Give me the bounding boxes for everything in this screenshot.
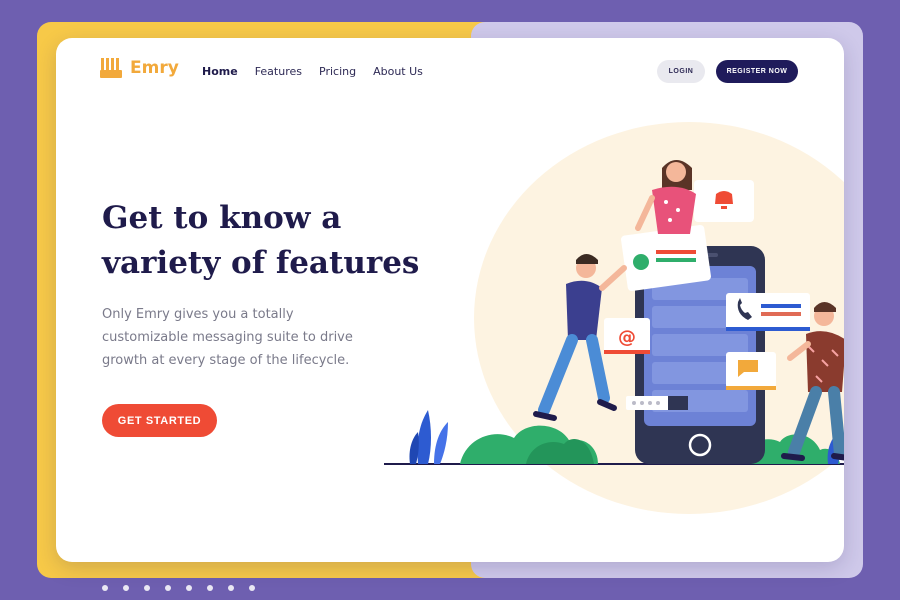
comb-logo-icon: [100, 58, 122, 78]
nav-item-about-us[interactable]: About Us: [373, 65, 423, 78]
typing-indicator-card: [626, 396, 688, 410]
nav-item-home[interactable]: Home: [202, 65, 238, 78]
pager-dot[interactable]: [207, 585, 213, 591]
download-message-card: [621, 224, 711, 292]
landing-card: Emry Home Features Pricing About Us LOGI…: [56, 38, 844, 562]
pager-dot[interactable]: [123, 585, 129, 591]
nav-item-features[interactable]: Features: [255, 65, 302, 78]
pager-dot[interactable]: [144, 585, 150, 591]
phone-call-card: [726, 293, 810, 331]
email-at-card: @: [604, 318, 650, 354]
main-nav: Home Features Pricing About Us: [202, 65, 423, 78]
register-now-button[interactable]: REGISTER NOW: [716, 60, 798, 83]
login-button[interactable]: LOGIN: [657, 60, 705, 83]
pager-dot[interactable]: [165, 585, 171, 591]
bell-notification-card: [694, 180, 754, 222]
chat-bubble-card: [726, 352, 776, 390]
get-started-button[interactable]: GET STARTED: [102, 404, 217, 437]
plant-left-icon: [409, 410, 448, 464]
pager-dot[interactable]: [186, 585, 192, 591]
nav-item-pricing[interactable]: Pricing: [319, 65, 356, 78]
svg-text:@: @: [618, 327, 636, 348]
pager-dots: [102, 585, 255, 591]
brand-name: Emry: [130, 58, 179, 78]
hero-subtext: Only Emry gives you a totally customizab…: [102, 307, 353, 368]
pager-dot[interactable]: [102, 585, 108, 591]
pager-dot[interactable]: [249, 585, 255, 591]
hero-illustration: @: [384, 160, 844, 465]
woman-figure: [635, 160, 696, 234]
brand-logo[interactable]: Emry: [100, 58, 179, 78]
pager-dot[interactable]: [228, 585, 234, 591]
